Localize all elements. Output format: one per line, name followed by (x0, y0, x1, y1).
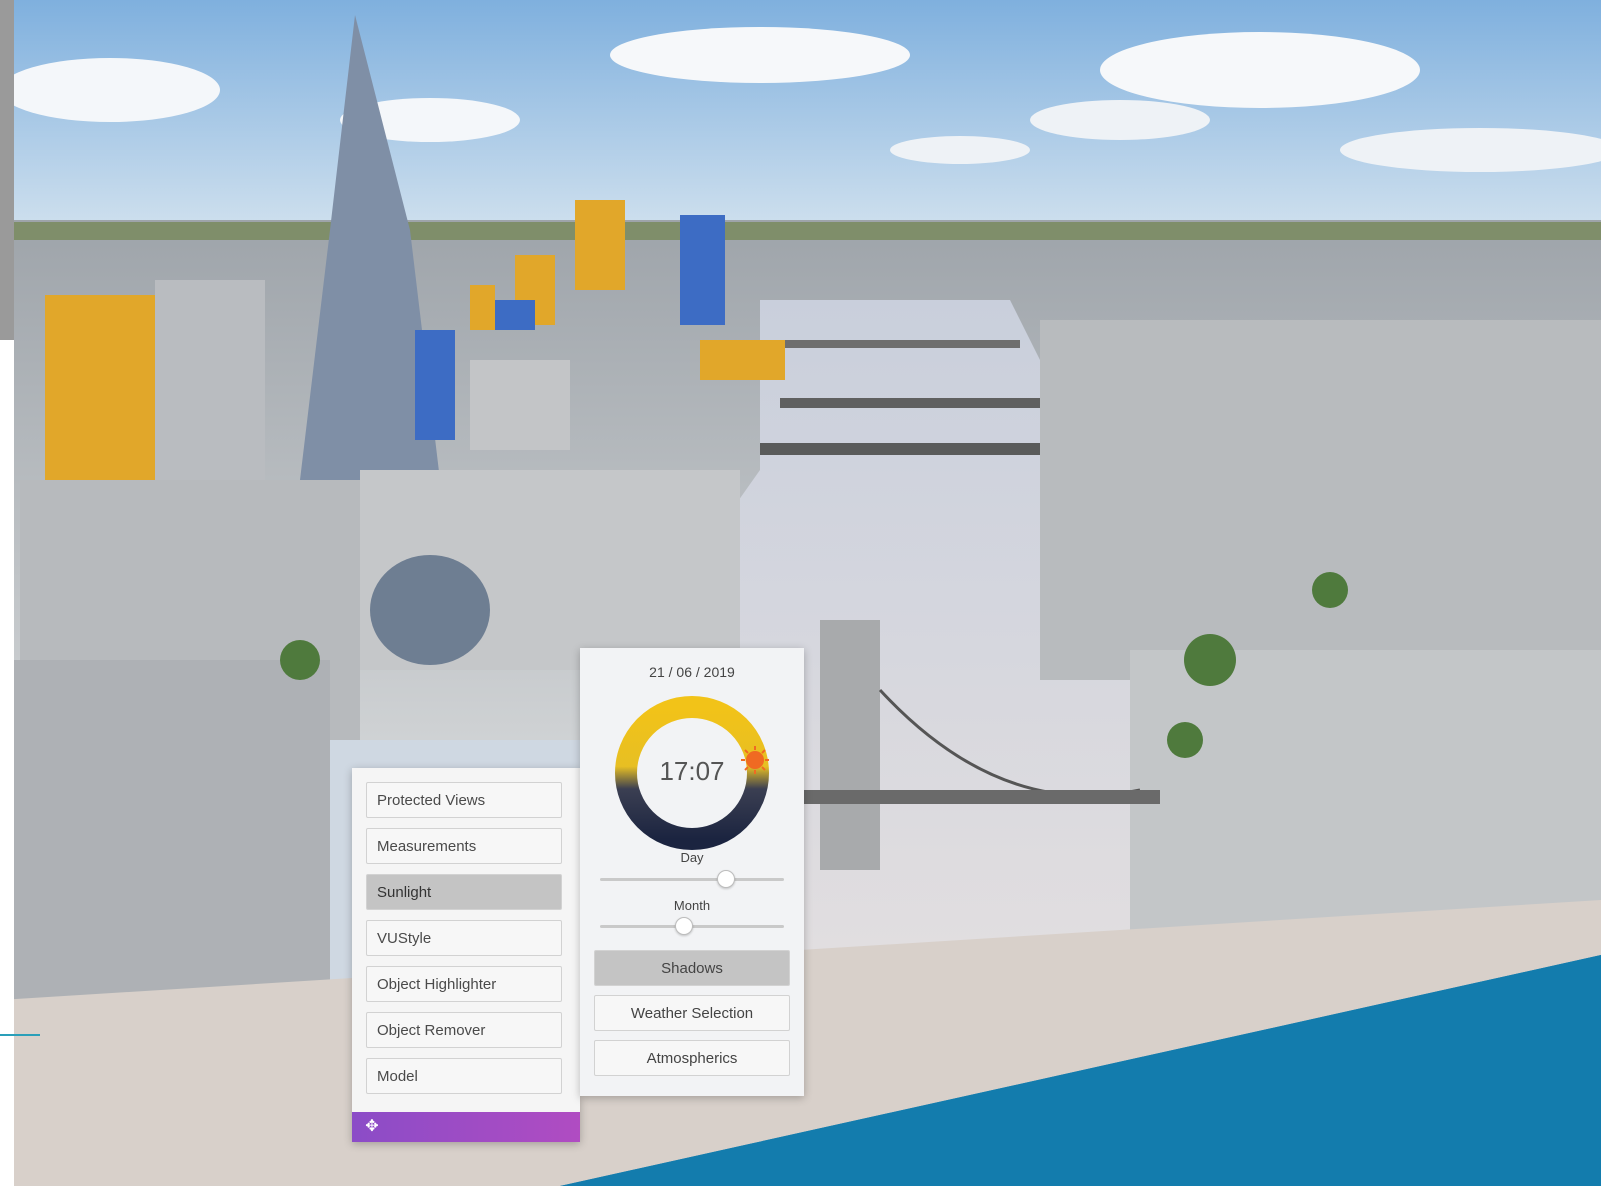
date-display[interactable]: 21 / 06 / 2019 (580, 664, 804, 680)
month-label: Month (673, 898, 711, 913)
menu-item-vustyle[interactable]: VUStyle (366, 920, 562, 956)
day-slider-thumb[interactable] (717, 870, 736, 888)
menu-item-protected-views[interactable]: Protected Views (366, 782, 562, 818)
left-accent-rule (0, 1034, 40, 1036)
menu-footer-bar: ✥ (352, 1112, 580, 1142)
menu-item-model[interactable]: Model (366, 1058, 562, 1094)
cloud (0, 58, 220, 122)
shadows-button[interactable]: Shadows (594, 950, 790, 986)
left-edge-strip (0, 0, 14, 340)
day-slider[interactable] (600, 870, 784, 888)
menu-item-object-remover[interactable]: Object Remover (366, 1012, 562, 1048)
move-icon[interactable]: ✥ (362, 1117, 382, 1137)
atmospherics-button[interactable]: Atmospherics (594, 1040, 790, 1076)
tools-panel: Protected Views Measurements Sunlight VU… (352, 648, 804, 1142)
sunlight-panel: 21 / 06 / 2019 17:07 Day Month Shadows W… (580, 648, 804, 1096)
month-slider[interactable] (600, 917, 784, 935)
menu-item-object-highlighter[interactable]: Object Highlighter (366, 966, 562, 1002)
time-display: 17:07 (659, 756, 725, 786)
tools-menu: Protected Views Measurements Sunlight VU… (352, 768, 580, 1142)
left-margin (0, 340, 14, 1186)
tower-bridge (820, 620, 880, 870)
tools-menu-list: Protected Views Measurements Sunlight VU… (366, 782, 562, 1104)
menu-item-sunlight[interactable]: Sunlight (366, 874, 562, 910)
sun-clock-dial[interactable]: 17:07 (613, 694, 771, 852)
menu-item-measurements[interactable]: Measurements (366, 828, 562, 864)
day-label: Day (680, 850, 704, 865)
weather-selection-button[interactable]: Weather Selection (594, 995, 790, 1031)
month-slider-thumb[interactable] (674, 917, 693, 935)
